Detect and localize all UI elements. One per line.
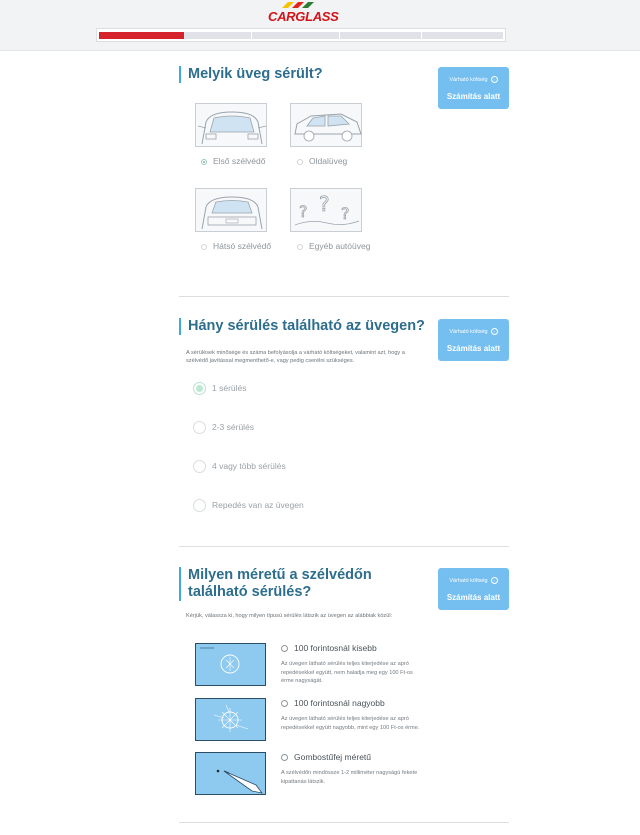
svg-text:?: ? — [299, 202, 308, 221]
glass-option-other[interactable]: ? ? ? — [290, 188, 362, 232]
large-chip-thumbnail[interactable] — [195, 698, 266, 741]
pinhead-pen-icon — [216, 769, 263, 794]
section-divider — [179, 296, 509, 297]
estimate-small-label: Várható költség — [449, 577, 488, 584]
windshield-rear-icon — [201, 196, 263, 230]
glass-option-side[interactable] — [290, 103, 362, 147]
svg-text:?: ? — [319, 192, 330, 216]
section-divider — [179, 822, 509, 823]
radio-selected-icon — [193, 382, 206, 395]
glass-option-side-radio[interactable]: Oldalüveg — [297, 156, 347, 166]
section-divider — [179, 546, 509, 547]
progress-bar — [96, 28, 506, 42]
damage-count-option-label: 1 sérülés — [212, 382, 247, 393]
damage-size-option-3[interactable]: Gombostűfej méretű — [281, 752, 371, 762]
damage-size-option-1-description: Az üvegen látható sérülés teljes kiterje… — [281, 661, 413, 684]
info-icon[interactable]: i — [490, 76, 498, 83]
carglass-logo[interactable]: CARGLASS — [268, 9, 378, 24]
damage-count-option-4[interactable]: Repedés van az üvegen — [193, 499, 304, 512]
info-icon[interactable]: i — [490, 577, 498, 584]
glass-option-rear[interactable] — [195, 188, 267, 232]
damage-size-option-2[interactable]: 100 forintosnál nagyobb — [281, 698, 385, 708]
radio-icon — [201, 244, 207, 250]
damage-count-description: A sérülések minősége és száma befolyásol… — [186, 350, 405, 365]
damage-count-option-2[interactable]: 2-3 sérülés — [193, 421, 254, 434]
glass-option-rear-radio[interactable]: Hátsó szélvédő — [201, 241, 271, 251]
radio-icon — [297, 244, 303, 250]
damage-size-description: Kérjük, válassza ki, hogy milyen típusú … — [186, 613, 393, 619]
progress-fill — [99, 32, 184, 39]
section-title-glass: Melyik üveg sérült? — [179, 66, 323, 83]
side-window-icon — [294, 113, 362, 142]
glass-option-front-radio[interactable]: Első szélvédő — [201, 156, 265, 166]
glass-option-front-label: Első szélvédő — [213, 156, 266, 166]
damage-count-option-label: 4 vagy több sérülés — [212, 460, 286, 471]
question-marks-icon: ? ? ? — [294, 192, 360, 226]
estimate-big-label: Számítás alatt — [446, 92, 501, 101]
glass-option-front[interactable] — [195, 103, 267, 147]
estimate-box[interactable]: Várható költség i Számítás alatt — [438, 319, 509, 361]
info-icon[interactable]: i — [490, 328, 498, 335]
radio-icon — [193, 499, 206, 512]
damage-size-option-3-description: A szélvédőn mindössze 1-2 milliméter nag… — [281, 770, 418, 785]
radio-icon — [281, 754, 288, 761]
estimate-box[interactable]: Várható költség i Számítás alatt — [438, 67, 509, 109]
radio-icon — [281, 645, 288, 652]
damage-size-option-label: Gombostűfej méretű — [294, 752, 372, 762]
small-chip-icon — [200, 647, 240, 674]
damage-size-option-1[interactable]: 100 forintosnál kisebb — [281, 643, 377, 653]
section-title-damage-size: Milyen méretű a szélvédőn található sérü… — [179, 567, 428, 601]
windshield-front-icon — [197, 111, 267, 145]
header: CARGLASS — [0, 0, 640, 51]
damage-count-option-1[interactable]: 1 sérülés — [193, 382, 247, 395]
radio-icon — [281, 700, 288, 707]
damage-size-option-2-description: Az üvegen látható sérülés teljes kiterje… — [281, 716, 420, 731]
damage-count-option-3[interactable]: 4 vagy több sérülés — [193, 460, 286, 473]
logo-stripes-icon — [282, 2, 314, 8]
glass-option-rear-label: Hátsó szélvédő — [213, 241, 272, 251]
radio-icon — [193, 460, 206, 473]
damage-size-option-label: 100 forintosnál nagyobb — [294, 698, 385, 708]
damage-count-option-label: 2-3 sérülés — [212, 421, 255, 432]
radio-icon — [193, 421, 206, 434]
damage-count-option-label: Repedés van az üvegen — [212, 499, 304, 510]
radio-icon — [297, 159, 303, 165]
radio-selected-icon — [201, 159, 207, 165]
estimate-small-label: Várható költség — [449, 76, 488, 83]
section-title-damage-count: Hány sérülés található az üvegen? — [179, 318, 425, 335]
glass-option-other-label: Egyéb autóüveg — [309, 241, 371, 251]
estimate-small-label: Várható költség — [449, 328, 488, 335]
svg-text:?: ? — [341, 204, 350, 223]
damage-size-option-label: 100 forintosnál kisebb — [294, 643, 377, 653]
large-chip-icon — [213, 704, 249, 732]
glass-option-side-label: Oldalüveg — [309, 156, 348, 166]
estimate-big-label: Számítás alatt — [446, 593, 501, 602]
glass-option-other-radio[interactable]: Egyéb autóüveg — [297, 241, 370, 251]
estimate-big-label: Számítás alatt — [446, 344, 501, 353]
small-chip-thumbnail[interactable] — [195, 643, 266, 686]
estimate-box[interactable]: Várható költség i Számítás alatt — [438, 568, 509, 610]
pinhead-thumbnail[interactable] — [195, 752, 266, 795]
